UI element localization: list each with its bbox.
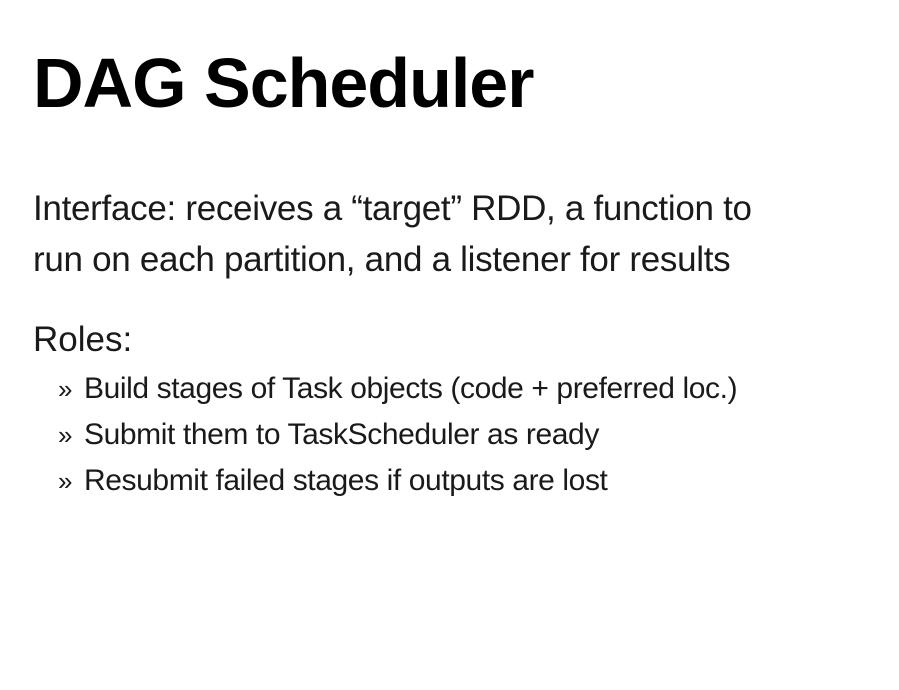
bullet-marker-icon: » — [58, 374, 73, 404]
roles-list-item-text: Build stages of Task objects (code + pre… — [84, 372, 738, 405]
roles-list-item-text: Resubmit failed stages if outputs are lo… — [84, 464, 608, 497]
slide: DAG Scheduler Interface: receives a “tar… — [0, 0, 899, 690]
interface-description-line-1: Interface: receives a “target” RDD, a fu… — [33, 189, 752, 228]
bullet-marker-icon: » — [58, 420, 73, 450]
roles-heading: Roles: — [33, 320, 133, 359]
roles-list-item: » Build stages of Task objects (code + p… — [58, 366, 738, 412]
bullet-marker-icon: » — [58, 466, 73, 496]
interface-description-line-2: run on each partition, and a listener fo… — [33, 240, 731, 279]
roles-list-item: » Resubmit failed stages if outputs are … — [58, 458, 737, 504]
interface-description: Interface: receives a “target” RDD, a fu… — [33, 183, 893, 285]
slide-title: DAG Scheduler — [33, 44, 534, 122]
roles-list: » Build stages of Task objects (code + p… — [58, 366, 738, 504]
roles-list-item-text: Submit them to TaskScheduler as ready — [84, 418, 599, 451]
roles-list-item: » Submit them to TaskScheduler as ready — [58, 412, 737, 458]
